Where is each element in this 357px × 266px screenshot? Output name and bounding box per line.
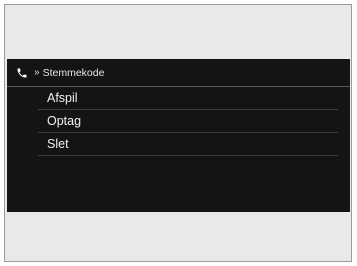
phone-icon bbox=[16, 67, 28, 79]
menu-item-afspil[interactable]: Afspil bbox=[38, 87, 338, 110]
menu-item-optag[interactable]: Optag bbox=[38, 110, 338, 133]
breadcrumb: » Stemmekode bbox=[7, 59, 350, 87]
chevron-right-icon: » bbox=[34, 66, 39, 78]
infotainment-screen: » Stemmekode Afspil Optag Slet bbox=[7, 59, 350, 212]
menu-list: Afspil Optag Slet bbox=[7, 87, 350, 156]
page-title: Stemmekode bbox=[42, 66, 105, 79]
menu-item-slet[interactable]: Slet bbox=[38, 133, 338, 156]
